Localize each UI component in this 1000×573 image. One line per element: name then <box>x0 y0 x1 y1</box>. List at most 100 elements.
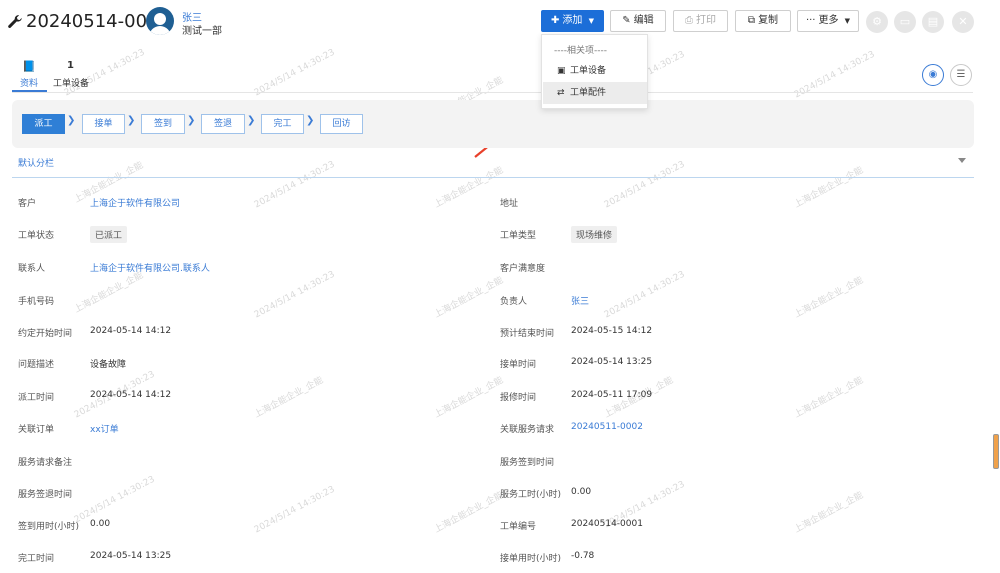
plus-icon: ✚ <box>551 15 560 26</box>
add-dropdown-menu: ----相关项---- ▣ 工单设备 ⇄ 工单配件 <box>541 34 648 109</box>
eye-off-icon[interactable]: ◉ <box>922 64 944 86</box>
menu-item-label: 工单配件 <box>570 88 607 98</box>
field-value: 2024-05-15 14:12 <box>571 326 653 336</box>
field-label: 服务工时(小时) <box>500 490 562 500</box>
chevron-right-icon: ❯ <box>187 115 196 126</box>
document-icon[interactable]: ▤ <box>922 11 944 33</box>
tab-info[interactable]: 资料 <box>20 76 38 89</box>
copy-label: 复制 <box>758 15 779 26</box>
watermark: 上海企能企业_企能 <box>252 375 326 421</box>
field-label: 服务请求备注 <box>18 458 73 468</box>
field-label: 联系人 <box>18 264 46 274</box>
more-label: 更多 <box>818 15 839 26</box>
field-label: 工单状态 <box>18 231 55 241</box>
chevron-right-icon: ❯ <box>127 115 136 126</box>
printer-icon: ⎙ <box>685 15 693 26</box>
field-value: 2024-05-11 17:09 <box>571 390 653 400</box>
watermark: 上海企能企业_企能 <box>432 490 506 536</box>
add-label: 添加 <box>562 15 583 26</box>
edit-icon: ✎ <box>622 15 631 26</box>
step-check-in[interactable]: 签到 <box>141 114 185 134</box>
dropdown-heading: ----相关项---- <box>554 46 607 56</box>
owner-link[interactable]: 张三 <box>571 294 589 307</box>
print-label: 打印 <box>696 15 716 26</box>
field-label: 负责人 <box>500 297 528 307</box>
field-value: 2024-05-14 14:12 <box>90 326 172 336</box>
book-icon: 📘 <box>22 60 36 73</box>
order-link[interactable]: xx订单 <box>90 422 119 435</box>
edit-button[interactable]: ✎ 编辑 <box>610 10 666 32</box>
ellipsis-icon: ··· <box>805 15 816 26</box>
work-order-page: 2024/5/14 14:30:23 2024/5/14 14:30:23 20… <box>0 0 1000 573</box>
watermark: 上海企能企业_企能 <box>792 490 866 536</box>
field-value: 2024-05-14 13:25 <box>571 357 653 367</box>
chevron-right-icon: ❯ <box>67 115 76 126</box>
watermark: 2024/5/14 14:30:23 <box>252 159 337 211</box>
watermark: 上海企能企业_企能 <box>792 275 866 321</box>
field-label: 关联订单 <box>18 425 55 435</box>
filter-settings-icon[interactable]: ☰ <box>950 64 972 86</box>
contact-link[interactable]: 上海企于软件有限公司.联系人 <box>90 261 210 274</box>
watermark: 2024/5/14 14:30:23 <box>62 47 147 99</box>
watermark: 上海企能企业_企能 <box>432 165 506 211</box>
field-value: 20240514-0001 <box>571 519 643 529</box>
service-request-link[interactable]: 20240511-0002 <box>571 422 643 432</box>
menu-item-work-order-device[interactable]: ▣ 工单设备 <box>543 60 647 82</box>
type-badge: 现场维修 <box>571 226 618 243</box>
scrollbar-thumb[interactable] <box>993 434 999 469</box>
watermark: 上海企能企业_企能 <box>432 275 506 321</box>
window-icon[interactable]: ▭ <box>894 11 916 33</box>
tab-device-count: 1 <box>67 60 74 71</box>
field-label: 服务签到时间 <box>500 458 555 468</box>
step-complete[interactable]: 完工 <box>261 114 304 134</box>
step-check-out[interactable]: 签退 <box>201 114 245 134</box>
owner-department: 测试一部 <box>182 26 222 37</box>
field-value: -0.78 <box>571 551 595 561</box>
field-value: 2024-05-14 14:12 <box>90 390 172 400</box>
field-value: 设备故障 <box>90 360 127 370</box>
swap-icon: ⇄ <box>557 88 565 98</box>
field-label: 预计结束时间 <box>500 329 555 339</box>
field-label: 客户满意度 <box>500 264 546 274</box>
field-label: 派工时间 <box>18 393 55 403</box>
menu-item-work-order-parts[interactable]: ⇄ 工单配件 <box>543 82 647 104</box>
step-accept[interactable]: 接单 <box>82 114 125 134</box>
watermark: 2024/5/14 14:30:23 <box>72 474 157 526</box>
section-divider <box>12 177 974 178</box>
copy-button[interactable]: ⧉ 复制 <box>735 10 791 32</box>
field-value: 0.00 <box>571 487 592 497</box>
caret-down-icon: ▼ <box>844 17 851 25</box>
watermark: 上海企能企业_企能 <box>792 165 866 211</box>
watermark: 上海企能企业_企能 <box>72 270 146 316</box>
chevron-right-icon: ❯ <box>306 115 315 126</box>
collapse-caret-icon[interactable] <box>958 158 966 163</box>
field-label: 报修时间 <box>500 393 537 403</box>
step-follow-up[interactable]: 回访 <box>320 114 363 134</box>
customer-link[interactable]: 上海企于软件有限公司 <box>90 196 180 209</box>
section-title[interactable]: 默认分栏 <box>18 156 54 169</box>
tab-work-order-device[interactable]: 工单设备 <box>53 76 89 89</box>
field-label: 签到用时(小时) <box>18 522 80 532</box>
record-header: 20240514-0001 张三 测试一部 ✚ 添加 ▼ ✎ 编辑 ⎙ 打印 ⧉ 复制 … <box>0 0 990 46</box>
field-label: 接单时间 <box>500 360 537 370</box>
avatar[interactable] <box>146 7 174 35</box>
chevron-right-icon: ❯ <box>247 115 256 126</box>
workflow-icon[interactable]: ⚙ <box>866 11 888 33</box>
watermark: 上海企能企业_企能 <box>432 375 506 421</box>
copy-icon: ⧉ <box>747 15 756 26</box>
field-label: 完工时间 <box>18 554 55 564</box>
menu-item-label: 工单设备 <box>570 66 607 76</box>
field-label: 关联服务请求 <box>500 425 555 435</box>
status-badge: 已派工 <box>90 226 128 243</box>
step-dispatch[interactable]: 派工 <box>22 114 65 134</box>
more-button[interactable]: ··· 更多 ▼ <box>797 10 859 32</box>
print-button[interactable]: ⎙ 打印 <box>673 10 728 32</box>
field-value: 2024-05-14 13:25 <box>90 551 172 561</box>
field-label: 手机号码 <box>18 297 55 307</box>
close-icon[interactable]: ✕ <box>952 11 974 33</box>
watermark: 2024/5/14 14:30:23 <box>252 47 337 99</box>
field-label: 地址 <box>500 199 519 209</box>
add-button[interactable]: ✚ 添加 ▼ <box>541 10 604 32</box>
tab-divider <box>12 92 973 93</box>
field-label: 工单类型 <box>500 231 537 241</box>
